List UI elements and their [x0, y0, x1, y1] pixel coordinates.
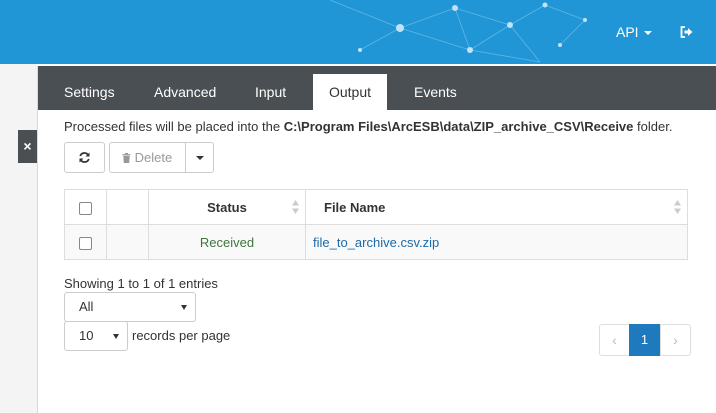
tab-bar: Settings Advanced Input Output Events: [38, 66, 716, 110]
chevron-down-icon: [181, 305, 187, 310]
table-row[interactable]: Received file_to_archive.csv.zip: [64, 224, 688, 260]
records-per-page-label: records per page: [132, 328, 231, 343]
tab-input[interactable]: Input: [240, 74, 301, 110]
records-per-page-value: 10: [79, 328, 94, 343]
output-folder-path: C:\Program Files\ArcESB\data\ZIP_archive…: [283, 119, 634, 134]
sort-icon: [292, 200, 299, 214]
api-menu[interactable]: API: [616, 24, 652, 40]
refresh-icon: [79, 152, 90, 163]
sign-out-icon[interactable]: [680, 26, 693, 38]
actions-dropdown-button[interactable]: [185, 142, 214, 173]
blank-header-cell: [106, 189, 149, 225]
top-header: API: [0, 0, 716, 64]
file-name-column-header[interactable]: File Name: [305, 189, 688, 225]
file-name-link[interactable]: file_to_archive.csv.zip: [313, 235, 439, 250]
pagination-next-button[interactable]: ›: [660, 324, 691, 356]
sort-icon: [674, 200, 681, 214]
filter-select[interactable]: All: [64, 292, 196, 322]
row-checkbox[interactable]: [79, 236, 92, 250]
status-header-label: Status: [207, 199, 247, 215]
output-folder-info: Processed files will be placed into the …: [64, 119, 672, 134]
connector-panel: Settings Advanced Input Output Events Pr…: [37, 66, 716, 413]
trash-icon: [122, 153, 131, 163]
row-blank-cell: [106, 224, 149, 260]
row-select-cell: [64, 224, 107, 260]
tab-settings[interactable]: Settings: [49, 74, 130, 110]
refresh-button[interactable]: [64, 142, 105, 173]
pagination: ‹ 1 ›: [599, 324, 692, 356]
pagination-prev-button[interactable]: ‹: [599, 324, 630, 356]
filter-select-value: All: [79, 299, 94, 314]
tab-advanced[interactable]: Advanced: [139, 74, 231, 110]
pagination-page-1[interactable]: 1: [629, 324, 660, 356]
status-cell: Received: [148, 224, 306, 260]
info-prefix: Processed files will be placed into the: [64, 119, 281, 134]
tab-events[interactable]: Events: [399, 74, 472, 110]
caret-down-icon: [643, 31, 652, 36]
select-all-cell: [64, 189, 107, 225]
info-suffix: folder.: [637, 119, 673, 134]
network-background-graphic: [329, 0, 587, 63]
chevron-down-icon: [113, 334, 119, 339]
tab-output[interactable]: Output: [313, 74, 387, 110]
files-table: Status File Name Received file_to_archiv…: [64, 189, 688, 260]
status-column-header[interactable]: Status: [148, 189, 306, 225]
file-name-cell: file_to_archive.csv.zip: [305, 224, 688, 260]
select-all-checkbox[interactable]: [79, 201, 92, 215]
sidebar-background: [0, 64, 37, 413]
showing-entries-text: Showing 1 to 1 of 1 entries: [64, 276, 218, 291]
close-panel-button[interactable]: ×: [18, 130, 37, 163]
records-per-page-select[interactable]: 10: [64, 321, 128, 351]
delete-button-label: Delete: [134, 150, 173, 165]
caret-down-icon: [196, 156, 204, 160]
table-header-row: Status File Name: [64, 189, 688, 225]
file-name-header-label: File Name: [324, 199, 386, 215]
delete-button[interactable]: Delete: [109, 142, 186, 173]
api-menu-label: API: [616, 24, 639, 40]
